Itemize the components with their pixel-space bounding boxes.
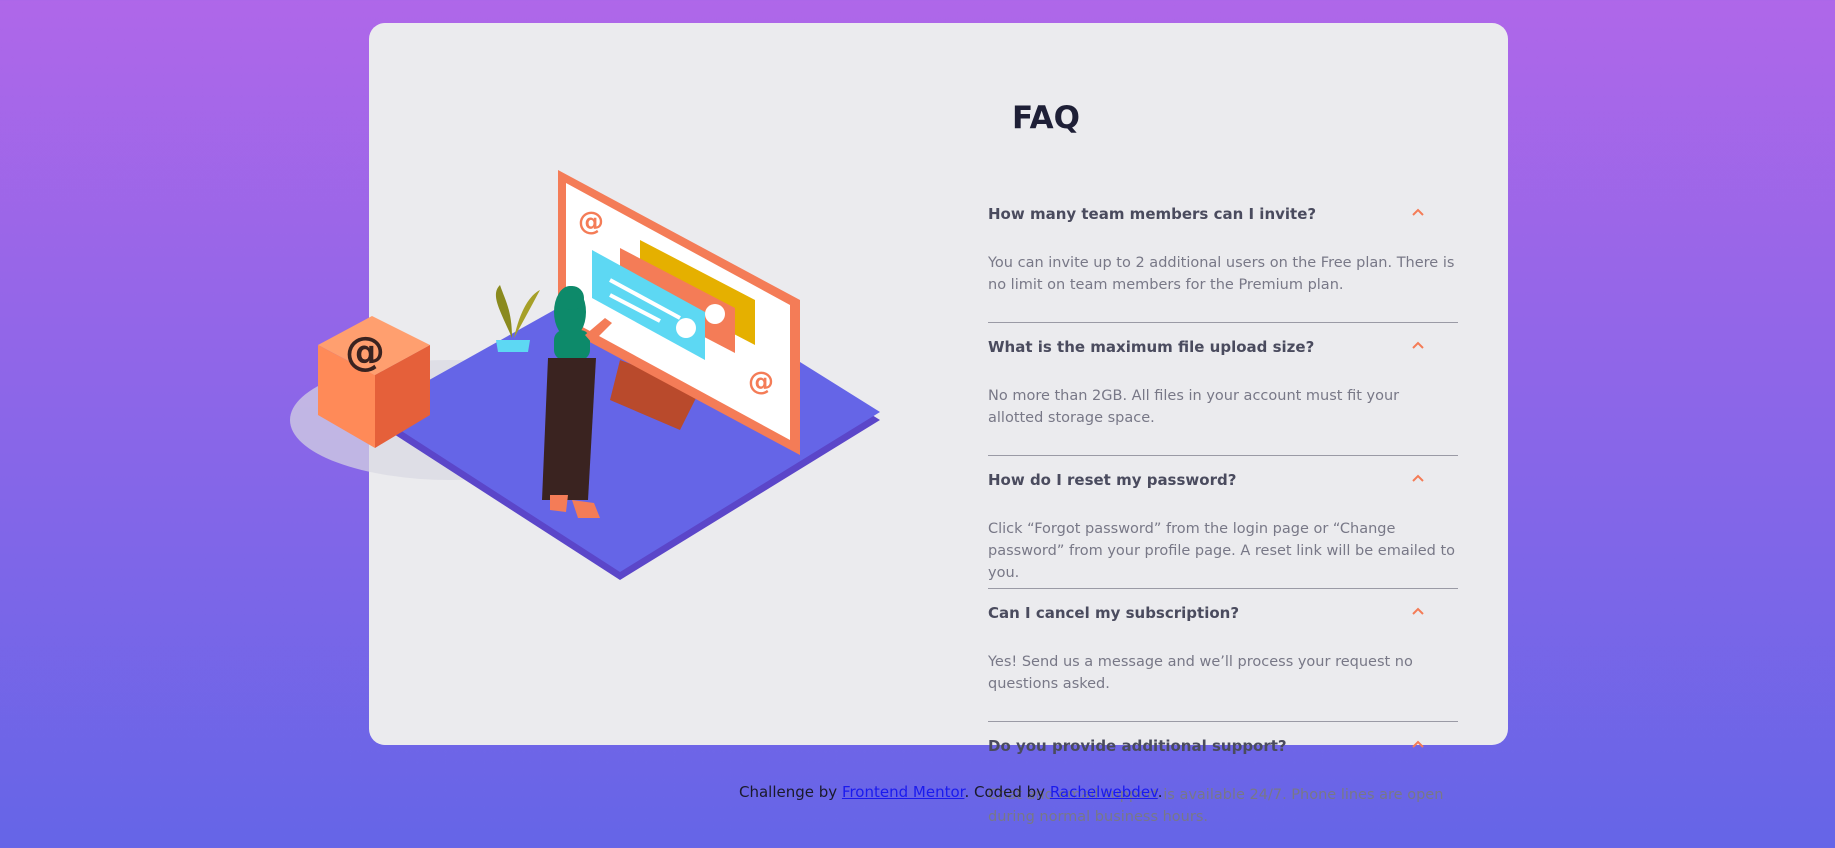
- attribution-middle: . Coded by: [964, 783, 1050, 801]
- faq-item[interactable]: Can I cancel my subscription? Yes! Send …: [988, 589, 1458, 722]
- faq-question[interactable]: What is the maximum file upload size?: [988, 338, 1314, 356]
- faq-question[interactable]: How many team members can I invite?: [988, 205, 1316, 223]
- author-link[interactable]: Rachelwebdev: [1050, 783, 1158, 801]
- attribution: Challenge by Frontend Mentor. Coded by R…: [739, 783, 1163, 801]
- faq-answer: No more than 2GB. All files in your acco…: [988, 388, 1400, 426]
- chevron-up-icon[interactable]: [1412, 341, 1424, 349]
- chevron-up-icon[interactable]: [1412, 208, 1424, 216]
- faq-item[interactable]: What is the maximum file upload size? No…: [988, 323, 1458, 456]
- faq-answer: Click “Forgot password” from the login p…: [988, 521, 1456, 581]
- page-title: FAQ: [1012, 100, 1080, 136]
- faq-answer: You can invite up to 2 additional users …: [988, 255, 1455, 293]
- faq-answer: Yes! Send us a message and we’ll process…: [988, 654, 1413, 692]
- chevron-up-icon[interactable]: [1412, 607, 1424, 615]
- chevron-up-icon[interactable]: [1412, 740, 1424, 748]
- faq-question[interactable]: How do I reset my password?: [988, 471, 1236, 489]
- faq-item[interactable]: How do I reset my password? Click “Forgo…: [988, 456, 1458, 589]
- faq-question[interactable]: Can I cancel my subscription?: [988, 604, 1239, 622]
- chevron-up-icon[interactable]: [1412, 474, 1424, 482]
- attribution-suffix: .: [1157, 783, 1163, 801]
- faq-item[interactable]: How many team members can I invite? You …: [988, 190, 1458, 323]
- faq-list: How many team members can I invite? You …: [988, 190, 1458, 848]
- frontend-mentor-link[interactable]: Frontend Mentor: [842, 783, 965, 801]
- attribution-prefix: Challenge by: [739, 783, 842, 801]
- faq-question[interactable]: Do you provide additional support?: [988, 737, 1287, 755]
